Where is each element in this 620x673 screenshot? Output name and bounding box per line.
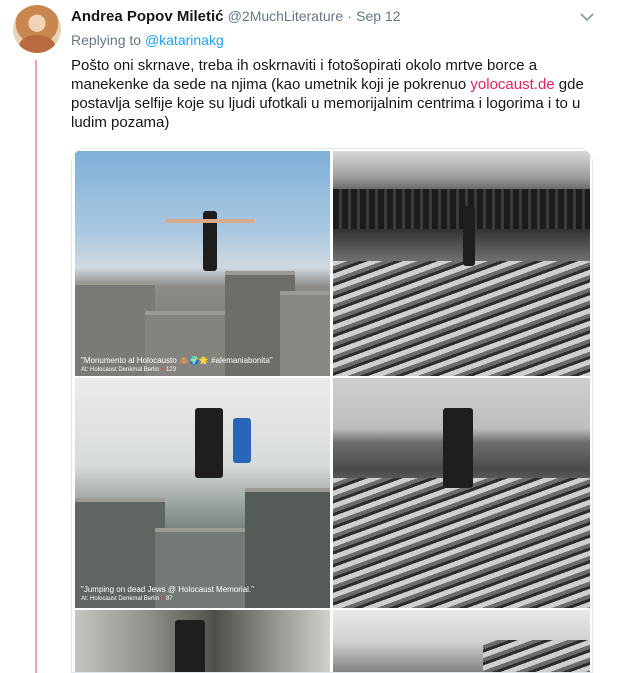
author-name[interactable]: Andrea Popov Miletić	[71, 8, 224, 25]
photo1-location: At: Holocaust Denkmal Berlin	[81, 367, 160, 373]
photo1-likes: 123	[165, 367, 176, 373]
reply-context: Replying to @katarinakg	[71, 32, 224, 48]
archival-ground	[483, 640, 590, 672]
photo3-meta: At: Holocaust Denkmal Berlin ♥ 87	[81, 596, 173, 602]
archival-ground	[333, 261, 590, 376]
photo-partial-1[interactable]	[75, 610, 330, 672]
heart-icon: ♥	[160, 367, 165, 373]
memorial-block	[280, 291, 330, 376]
photo3-likes: 87	[165, 596, 173, 602]
person-arms	[165, 219, 255, 223]
crowd-silhouettes	[333, 189, 590, 229]
media-grid[interactable]: "Monumento al Holocausto 🙈🌍🌟 #alemaniabo…	[71, 148, 593, 673]
photo-archival-composite-1[interactable]	[333, 151, 590, 376]
tweet-header: Andrea Popov Miletić @2MuchLiterature · …	[71, 8, 400, 25]
person-figure	[175, 620, 205, 672]
photo-archival-composite-2[interactable]	[333, 378, 590, 608]
photo3-location: At: Holocaust Denkmal Berlin	[81, 596, 160, 602]
person-figure	[195, 408, 223, 478]
photo1-caption: "Monumento al Holocausto 🙈🌍🌟 #alemaniabo…	[81, 356, 273, 365]
separator-dot: ·	[347, 8, 352, 24]
reply-prefix: Replying to	[71, 32, 142, 48]
memorial-block	[245, 488, 330, 608]
thread-line	[35, 60, 37, 673]
avatar[interactable]	[13, 5, 61, 53]
photo-memorial-pose[interactable]: "Monumento al Holocausto 🙈🌍🌟 #alemaniabo…	[75, 151, 330, 376]
photo-memorial-jump[interactable]: "Jumping on dead Jews @ Holocaust Memori…	[75, 378, 330, 608]
tweet-date[interactable]: Sep 12	[356, 8, 400, 24]
author-handle[interactable]: @2MuchLiterature	[228, 8, 343, 24]
photo-partial-2[interactable]	[333, 610, 590, 672]
reply-to-link[interactable]: @katarinakg	[145, 32, 224, 48]
archival-ground	[333, 478, 590, 608]
person-figure	[443, 408, 473, 488]
chevron-down-icon[interactable]	[580, 12, 594, 22]
tweet-link[interactable]: yolocaust.de	[470, 76, 554, 93]
tweet-text: Pošto oni skrnave, treba ih oskrnaviti i…	[71, 56, 591, 132]
tweet-text-part1: Pošto oni skrnave, treba ih oskrnaviti i…	[71, 57, 538, 93]
person-figure	[233, 418, 251, 463]
photo3-caption: "Jumping on dead Jews @ Holocaust Memori…	[81, 585, 254, 594]
heart-icon: ♥	[160, 596, 165, 602]
photo1-meta: At: Holocaust Denkmal Berlin ♥ 123	[81, 367, 176, 373]
person-figure	[463, 206, 475, 266]
